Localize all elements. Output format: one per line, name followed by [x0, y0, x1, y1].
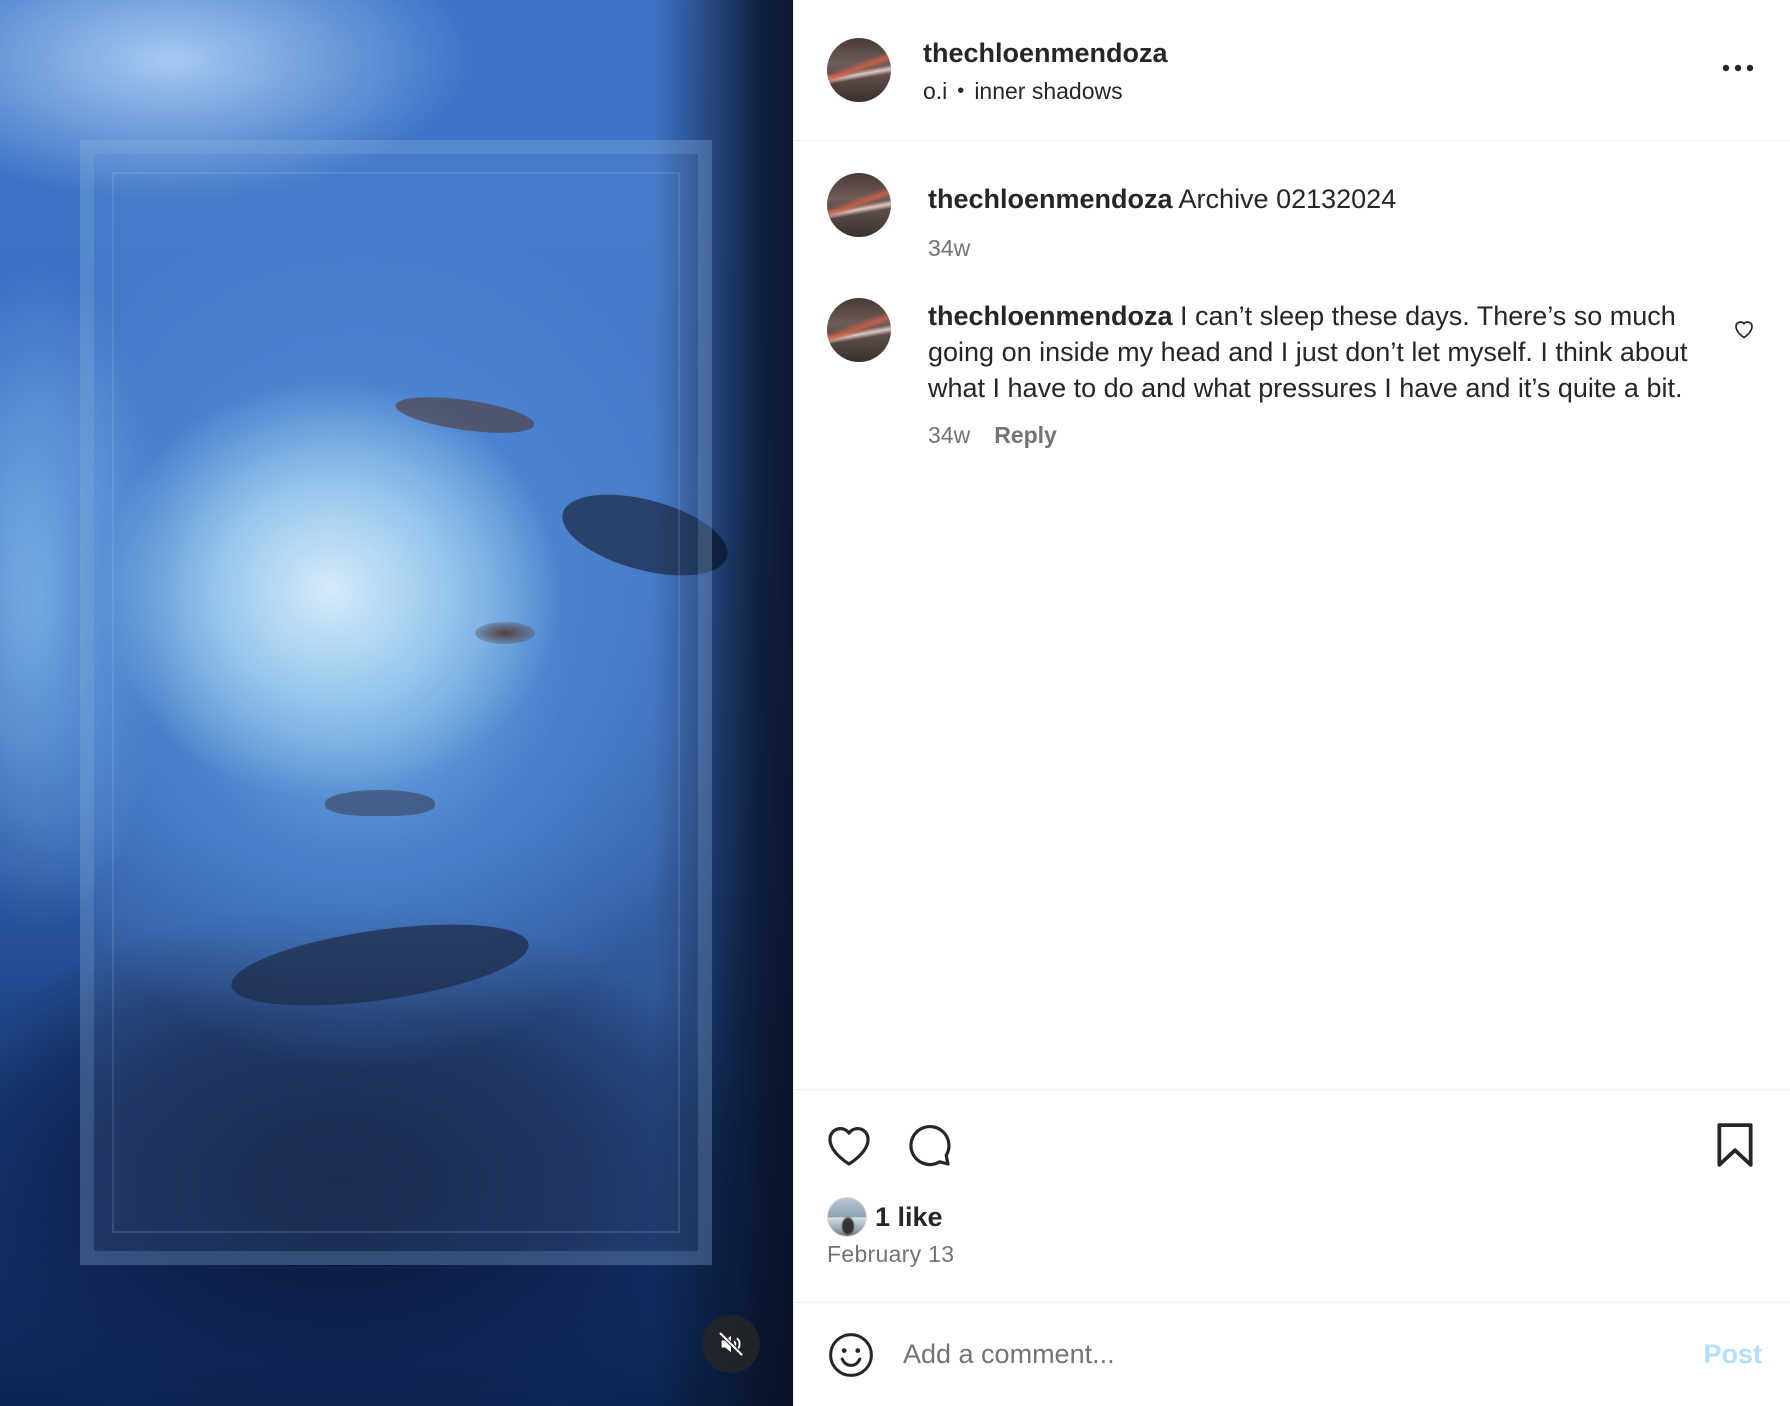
comment-body: thechloenmendoza I can’t sleep these day… — [928, 298, 1728, 449]
post-video[interactable] — [0, 0, 793, 1406]
post-side-panel: thechloenmendoza o.i • inner shadows the… — [793, 0, 1790, 1406]
bookmark-icon — [1717, 1123, 1753, 1167]
comments-list: thechloenmendoza Archive 02132024 34w th… — [794, 141, 1790, 1089]
avatar[interactable] — [827, 173, 891, 237]
header-username[interactable]: thechloenmendoza — [923, 36, 1168, 70]
comment-text: thechloenmendoza Archive 02132024 — [928, 173, 1728, 217]
comment-username[interactable]: thechloenmendoza — [928, 184, 1173, 214]
subtitle-artist[interactable]: o.i — [923, 78, 947, 105]
more-options-button[interactable] — [1716, 48, 1760, 88]
comment-time[interactable]: 34w — [928, 235, 970, 262]
speaker-muted-icon — [718, 1331, 744, 1357]
comment-input[interactable] — [901, 1330, 1704, 1379]
smiley-face-icon — [829, 1332, 873, 1377]
post-comment-button[interactable]: Post — [1703, 1339, 1762, 1370]
post-date[interactable]: February 13 — [827, 1241, 954, 1268]
comment-meta: 34w Reply — [928, 422, 1728, 449]
post-viewer: thechloenmendoza o.i • inner shadows the… — [0, 0, 1790, 1406]
comment-meta: 34w — [928, 235, 1728, 262]
reply-button[interactable]: Reply — [994, 422, 1057, 449]
header-text: thechloenmendoza o.i • inner shadows — [923, 36, 1168, 105]
overlay-frame — [80, 140, 712, 1265]
post-actions: 1 like February 13 — [794, 1089, 1790, 1302]
comment-time[interactable]: 34w — [928, 422, 970, 449]
like-button[interactable] — [820, 1118, 878, 1172]
action-row — [820, 1118, 1764, 1172]
post-header: thechloenmendoza o.i • inner shadows — [794, 0, 1790, 141]
avatar[interactable] — [827, 1197, 867, 1237]
comment-bubble-icon — [909, 1124, 951, 1167]
add-comment-bar: Post — [794, 1302, 1790, 1406]
caption-content: Archive 02132024 — [1178, 184, 1397, 214]
caption: thechloenmendoza Archive 02132024 34w — [827, 173, 1757, 262]
likes-count[interactable]: 1 like — [875, 1202, 943, 1233]
heart-icon — [828, 1127, 870, 1166]
save-button[interactable] — [1706, 1118, 1764, 1172]
more-horizontal-icon — [1722, 64, 1754, 72]
likes-row: 1 like — [827, 1197, 943, 1237]
header-subtitle: o.i • inner shadows — [923, 78, 1168, 105]
comment-like-button[interactable] — [1729, 314, 1759, 344]
list-item: thechloenmendoza I can’t sleep these day… — [827, 298, 1757, 449]
mute-button[interactable] — [702, 1315, 760, 1373]
subtitle-separator: • — [957, 79, 965, 102]
heart-icon — [1735, 321, 1753, 339]
comment-username[interactable]: thechloenmendoza — [928, 301, 1173, 331]
comment-text: thechloenmendoza I can’t sleep these day… — [928, 298, 1728, 406]
emoji-button[interactable] — [827, 1331, 875, 1379]
comment-body: thechloenmendoza Archive 02132024 34w — [928, 173, 1728, 262]
comment-button[interactable] — [900, 1118, 958, 1172]
overlay-frame-inner — [112, 172, 680, 1233]
avatar[interactable] — [827, 298, 891, 362]
subtitle-audio[interactable]: inner shadows — [974, 78, 1122, 105]
avatar[interactable] — [827, 38, 891, 102]
